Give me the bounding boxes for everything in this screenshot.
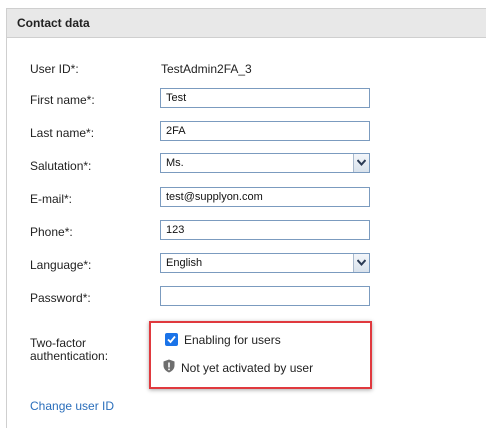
language-select[interactable]: English — [160, 253, 370, 273]
password-input[interactable] — [160, 286, 370, 306]
checkmark-icon — [167, 335, 176, 344]
salutation-dropdown-button[interactable] — [353, 154, 369, 172]
user-id-label: User ID*: — [30, 62, 79, 76]
chevron-down-icon — [357, 259, 366, 266]
language-dropdown-button[interactable] — [353, 254, 369, 272]
phone-input[interactable] — [160, 220, 370, 240]
salutation-label: Salutation*: — [30, 159, 92, 173]
two-factor-status-text: Not yet activated by user — [181, 361, 314, 375]
email-input[interactable] — [160, 187, 370, 207]
password-label: Password*: — [30, 291, 91, 305]
salutation-select[interactable]: Ms. — [160, 153, 370, 173]
two-factor-label-line2: authentication: — [30, 349, 109, 363]
two-factor-label-line1: Two-factor — [30, 336, 87, 350]
two-factor-highlight-box — [149, 321, 372, 389]
last-name-input[interactable] — [160, 121, 370, 141]
language-selected-value: English — [166, 257, 203, 269]
two-factor-checkbox[interactable] — [165, 333, 178, 346]
language-label: Language*: — [30, 258, 92, 272]
shield-icon — [163, 359, 175, 373]
two-factor-checkbox-label[interactable]: Enabling for users — [184, 333, 281, 347]
change-user-id-link[interactable]: Change user ID — [30, 399, 114, 413]
salutation-selected-value: Ms. — [166, 157, 184, 169]
panel-title: Contact data — [17, 16, 90, 30]
email-label: E-mail*: — [30, 192, 73, 206]
chevron-down-icon — [357, 159, 366, 166]
first-name-label: First name*: — [30, 93, 95, 107]
phone-label: Phone*: — [30, 225, 73, 239]
first-name-input[interactable] — [160, 88, 370, 108]
user-id-value: TestAdmin2FA_3 — [161, 62, 252, 76]
panel-header: Contact data — [7, 9, 486, 38]
last-name-label: Last name*: — [30, 126, 95, 140]
